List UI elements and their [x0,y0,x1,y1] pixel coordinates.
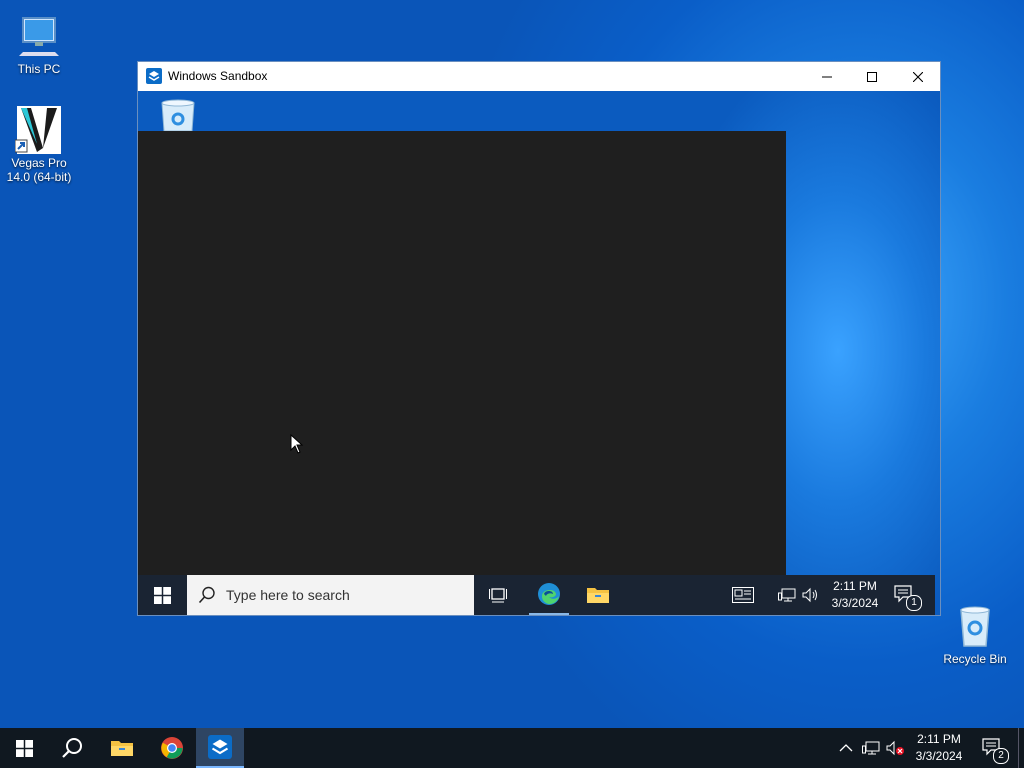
news-icon [732,587,754,603]
chrome-icon [161,737,183,759]
sandbox-app-icon [146,68,162,84]
action-center-button[interactable]: 2 [980,736,1009,764]
main-taskbar: 2:11 PM 3/3/2024 2 [0,728,1024,768]
desktop-icon-label: This PC [17,62,61,76]
sandbox-clock-time: 2:11 PM [833,579,877,593]
sandbox-desktop[interactable]: Type here to search 2:11 PM 3/3/2024 1 [138,91,940,615]
computer-icon [15,12,63,60]
sandbox-window-title: Windows Sandbox [168,69,268,83]
close-icon [913,71,923,82]
file-explorer-button[interactable] [98,728,146,768]
chrome-button[interactable] [148,728,196,768]
windows-logo-icon [153,586,171,604]
minimize-icon [822,76,832,77]
maximize-button[interactable] [849,62,895,91]
volume-muted-icon[interactable] [886,740,906,756]
taskbar-clock[interactable]: 2:11 PM 3/3/2024 [910,731,968,765]
mouse-cursor-icon [290,433,304,454]
desktop-icon-label: Recycle Bin [943,652,1007,666]
network-icon[interactable] [862,740,880,756]
folder-icon [587,588,609,603]
sandbox-window[interactable]: Windows Sandbox Type here to search 2:11… [137,61,941,616]
sandbox-taskbar-button[interactable] [196,728,244,768]
console-window[interactable] [138,131,786,577]
close-button[interactable] [895,62,941,91]
desktop-icon-label: Vegas Pro 14.0 (64-bit) [6,156,72,184]
sandbox-recycle-bin-icon[interactable] [158,99,198,132]
notification-badge: 2 [993,748,1009,764]
sandbox-task-view-button[interactable] [478,575,518,615]
start-button[interactable] [0,728,48,768]
sandbox-file-explorer-button[interactable] [578,575,618,615]
maximize-icon [867,71,877,82]
desktop-icon-vegas-pro[interactable]: Vegas Pro 14.0 (64-bit) [3,104,75,184]
sandbox-taskbar: Type here to search 2:11 PM 3/3/2024 1 [138,575,935,615]
sandbox-search-box[interactable]: Type here to search [187,575,474,615]
minimize-button[interactable] [804,62,850,91]
sandbox-clock[interactable]: 2:11 PM 3/3/2024 [826,578,884,612]
recycle-bin-icon [951,602,999,650]
sandbox-network-icon[interactable] [778,587,796,603]
sandbox-notification-badge: 1 [906,595,922,611]
sandbox-news-button[interactable] [728,575,758,615]
taskbar-clock-time: 2:11 PM [917,732,961,746]
taskbar-clock-date: 3/3/2024 [915,749,963,763]
sandbox-edge-button[interactable] [529,575,569,615]
desktop-icon-this-pc[interactable]: This PC [3,12,75,76]
folder-icon [111,741,133,756]
windows-logo-icon [15,739,33,757]
task-view-icon [489,588,507,603]
search-icon [198,586,215,604]
sandbox-volume-icon[interactable] [802,587,820,603]
search-placeholder: Type here to search [226,587,350,603]
search-icon [62,738,82,758]
sandbox-action-center-button[interactable]: 1 [894,583,922,611]
edge-icon [538,583,560,605]
sandbox-start-button[interactable] [138,575,186,615]
sandbox-clock-date: 3/3/2024 [831,596,879,610]
vegas-pro-icon [14,104,63,154]
show-desktop-button[interactable] [1018,728,1024,768]
sandbox-titlebar[interactable]: Windows Sandbox [138,62,940,91]
chevron-up-icon [839,744,853,752]
show-hidden-icons-button[interactable] [838,740,854,756]
sandbox-app-icon [208,735,232,759]
desktop-icon-recycle-bin[interactable]: Recycle Bin [939,602,1011,666]
search-button[interactable] [48,728,96,768]
